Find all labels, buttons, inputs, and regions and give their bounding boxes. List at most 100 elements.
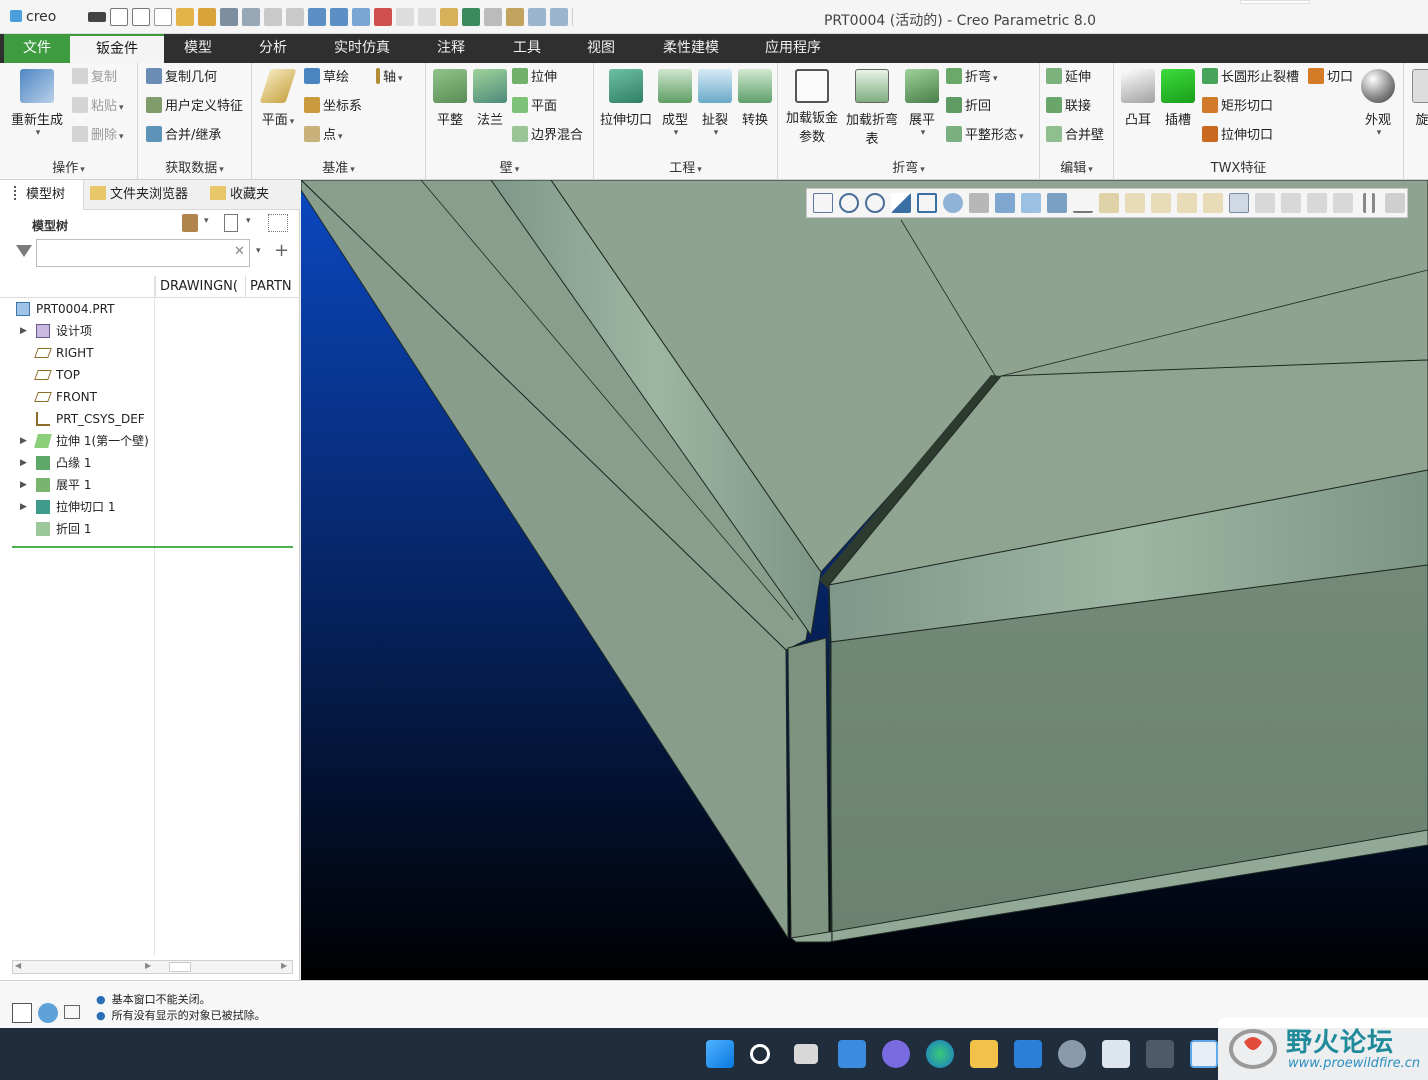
monitor-icon[interactable] xyxy=(462,8,480,26)
group-label-edit[interactable]: 编辑 ▾ xyxy=(1040,157,1113,176)
column-part-number[interactable]: PARTN xyxy=(245,276,300,298)
axis-button[interactable]: 轴 ▾ xyxy=(372,67,403,89)
tree-item-part[interactable]: PRT0004.PRT xyxy=(0,298,300,320)
regenerate-icon[interactable] xyxy=(308,8,326,26)
edit-icon[interactable] xyxy=(440,8,458,26)
display-style-icon[interactable] xyxy=(943,193,963,213)
oblong-relief-button[interactable]: 长圆形止裂槽 xyxy=(1202,67,1299,89)
tree-item-bend-back[interactable]: 折回 1 xyxy=(0,518,300,540)
csys-display-icon[interactable] xyxy=(1177,193,1197,213)
flange-button[interactable]: 法兰 xyxy=(470,69,510,128)
tab-view[interactable]: 视图 xyxy=(570,34,632,63)
file-explorer-icon[interactable] xyxy=(970,1040,998,1068)
tree-item-extrude-cut[interactable]: ▶ 拉伸切口 1 xyxy=(0,496,300,518)
chevron-down-icon[interactable]: ▾ xyxy=(256,246,261,256)
tree-item-design-items[interactable]: ▶ 设计项 xyxy=(0,320,300,342)
extend-button[interactable]: 延伸 xyxy=(1046,67,1091,89)
save-as-icon[interactable] xyxy=(242,8,260,26)
refit-icon[interactable] xyxy=(813,193,833,213)
window-controls[interactable] xyxy=(1240,0,1310,4)
column-drawing-number[interactable]: DRAWINGN( xyxy=(155,276,245,298)
regenerate-button[interactable]: 重新生成 ▾ xyxy=(6,69,68,138)
flat-state-button[interactable]: 平整形态 ▾ xyxy=(946,125,1024,147)
expand-icon[interactable]: ▶ xyxy=(20,430,27,452)
copy-geometry-button[interactable]: 复制几何 xyxy=(146,67,217,89)
show-icon[interactable] xyxy=(224,214,238,232)
new-file-icon[interactable] xyxy=(154,8,172,26)
measure-icon[interactable] xyxy=(506,8,524,26)
saved-orientations-icon[interactable] xyxy=(917,193,937,213)
tab-applications[interactable]: 应用程序 xyxy=(750,34,836,63)
open-recent-icon[interactable] xyxy=(198,8,216,26)
annotation-display-icon[interactable] xyxy=(1203,193,1223,213)
task-view-icon[interactable] xyxy=(794,1044,818,1064)
note-display-icon[interactable] xyxy=(1281,193,1301,213)
convert-button[interactable]: 转换 xyxy=(736,69,774,128)
v2-icon[interactable] xyxy=(374,8,392,26)
merge-inherit-button[interactable]: 合并/继承 xyxy=(146,125,221,147)
dimension-display-icon[interactable] xyxy=(1307,193,1327,213)
tree-item-unbend[interactable]: ▶ 展平 1 xyxy=(0,474,300,496)
settings-icon[interactable] xyxy=(1058,1040,1086,1068)
perspective-icon[interactable] xyxy=(995,193,1015,213)
model-view[interactable] xyxy=(301,180,1428,980)
group-label-get-data[interactable]: 获取数据 ▾ xyxy=(138,157,251,176)
planar-wall-button[interactable]: 平面 xyxy=(512,96,557,118)
tree-settings-icon[interactable] xyxy=(182,214,198,232)
rect-cut-button[interactable]: 矩形切口 xyxy=(1202,96,1273,118)
tab-folder-browser[interactable]: 文件夹浏览器 xyxy=(90,180,202,210)
undo-icon[interactable] xyxy=(264,8,282,26)
zoom-in-icon[interactable] xyxy=(839,193,859,213)
record-icon[interactable] xyxy=(1385,193,1405,213)
bend-button[interactable]: 折弯 ▾ xyxy=(946,67,998,89)
group-label-engineering[interactable]: 工程 ▾ xyxy=(594,157,777,176)
tab-tools[interactable]: 工具 xyxy=(496,34,558,63)
tab-model-tree[interactable]: 模型树 xyxy=(0,180,84,210)
tree-item-csys[interactable]: PRT_CSYS_DEF xyxy=(0,408,300,430)
expand-icon[interactable]: ▶ xyxy=(20,320,27,342)
windows-icon[interactable] xyxy=(330,8,348,26)
load-bend-table-button[interactable]: 加载折弯表 xyxy=(844,69,900,147)
fullscreen-icon[interactable] xyxy=(64,1005,80,1019)
load-sheetmetal-param-button[interactable]: 加载钣金参数 xyxy=(784,69,840,147)
udf-button[interactable]: 用户定义特征 xyxy=(146,96,243,118)
customize-qat-icon[interactable] xyxy=(572,8,590,26)
group-label-operations[interactable]: 操作 ▾ xyxy=(0,157,137,176)
twx-cut-button[interactable]: 切口 xyxy=(1308,67,1353,89)
lug-button[interactable]: 凸耳 xyxy=(1118,69,1158,128)
close-window-icon[interactable] xyxy=(484,8,502,26)
performance-monitor-icon[interactable] xyxy=(1102,1040,1130,1068)
plane-button[interactable]: 平面 ▾ xyxy=(256,69,300,128)
tab-live-simulation[interactable]: 实时仿真 xyxy=(320,34,404,63)
sketch-button[interactable]: 草绘 xyxy=(304,67,349,89)
tab-model[interactable]: 模型 xyxy=(164,34,232,63)
flat-wall-button[interactable]: 平整 xyxy=(430,69,470,128)
merge-wall-button[interactable]: 合并壁 xyxy=(1046,125,1104,147)
widgets-icon[interactable] xyxy=(838,1040,866,1068)
keyboard-icon[interactable] xyxy=(88,12,106,22)
expand-icon[interactable]: ▶ xyxy=(20,452,27,474)
cursor-icon[interactable] xyxy=(110,8,128,26)
join-button[interactable]: 联接 xyxy=(1046,96,1091,118)
datum-display-icon[interactable] xyxy=(1073,193,1093,213)
browser-icon[interactable] xyxy=(38,1003,58,1023)
chat-icon[interactable] xyxy=(882,1040,910,1068)
appearance-button[interactable]: 外观 ▾ xyxy=(1358,69,1398,138)
plane-display-icon[interactable] xyxy=(1099,193,1119,213)
tab-file[interactable]: 文件 xyxy=(4,34,70,63)
tab-analysis[interactable]: 分析 xyxy=(240,34,306,63)
point-display-icon[interactable] xyxy=(1151,193,1171,213)
start-icon[interactable] xyxy=(706,1040,734,1068)
insert-here-line[interactable] xyxy=(12,546,293,548)
edge-icon[interactable] xyxy=(926,1040,954,1068)
tree-item-extrude-wall[interactable]: ▶ 拉伸 1(第一个壁) xyxy=(0,430,300,452)
boundary-blend-button[interactable]: 边界混合 xyxy=(512,125,583,147)
repaint-icon[interactable] xyxy=(891,193,911,213)
tree-item-top-plane[interactable]: TOP xyxy=(0,364,300,386)
scroll-left-icon[interactable]: ◀ xyxy=(15,961,21,970)
paste-icon[interactable] xyxy=(418,8,436,26)
tree-filter-settings-icon[interactable] xyxy=(268,214,288,232)
graphics-window-icon[interactable] xyxy=(12,1003,32,1023)
tab-annotate[interactable]: 注释 xyxy=(420,34,482,63)
tab-favorites[interactable]: 收藏夹 xyxy=(210,180,290,210)
